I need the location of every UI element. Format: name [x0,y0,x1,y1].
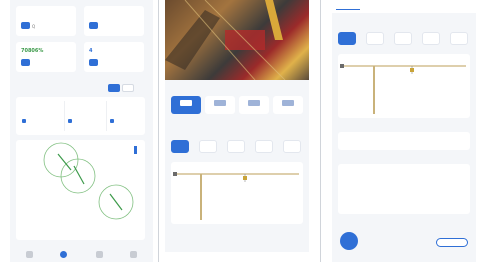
divider [320,0,321,262]
chip-3[interactable] [227,140,245,153]
home-icon [25,251,33,258]
control-btn-3[interactable] [239,96,269,114]
jib-icon [214,100,226,106]
chip-5[interactable] [283,140,301,153]
nav-user[interactable] [122,251,144,259]
stat-value: 4 [89,48,93,54]
stat-card-1[interactable]: Q [16,6,76,36]
filter-icon [110,119,114,123]
control-btn-1[interactable] [171,96,201,114]
crane-detail-screen [165,0,309,262]
nav-monitor[interactable] [52,251,74,259]
action-round-button[interactable] [340,232,358,250]
stat-card-2[interactable] [84,6,144,36]
chip-4[interactable] [422,32,440,45]
crane-coverage-map [43,142,137,220]
nav-home[interactable] [18,251,40,259]
footer-button[interactable] [436,238,468,247]
chip-2[interactable] [366,32,384,45]
stats-icon [89,22,98,29]
camera-image [165,0,286,81]
stat-card-4[interactable]: 4 [84,42,144,72]
chip-2[interactable] [199,140,217,153]
status-row [338,132,470,150]
chip-4[interactable] [255,140,273,153]
stats-grid [338,164,470,214]
stats-icon [89,59,98,66]
monitor-icon [59,251,67,258]
screens-collage: Q 70806% 4 [0,0,484,262]
chip-3[interactable] [394,32,412,45]
document-icon [282,100,294,106]
filter-icon [68,119,72,123]
alarm-icon [95,251,103,258]
control-btn-2[interactable] [205,96,235,114]
tab-2[interactable] [370,4,394,10]
crane-drawing [340,64,466,114]
hook-icon [248,100,260,106]
user-icon [129,251,137,258]
crane-status-screen [332,0,476,262]
map-zoom-control [134,146,137,154]
tab-3[interactable] [406,4,430,10]
crane-icon [180,100,192,106]
crane-diagram [338,54,470,118]
view-toggle-on[interactable] [108,84,120,92]
nav-alarm[interactable] [88,251,110,259]
crane-diagram [171,162,303,224]
tab-4[interactable] [442,4,466,10]
chip-1[interactable] [171,140,189,153]
stats-icon [21,59,30,66]
stat-card-3[interactable]: 70806% [16,42,76,72]
filter-icon [22,119,26,123]
stat-label: Q [32,24,36,29]
dashboard-screen: Q 70806% 4 [10,0,153,262]
tab-1[interactable] [336,4,360,10]
stat-value: 70806% [21,48,44,54]
site-camera-photo[interactable] [165,0,309,81]
stats-icon [21,22,30,29]
filter-row [16,97,145,135]
chip-1[interactable] [338,32,356,45]
crane-drawing [173,172,299,220]
chip-5[interactable] [450,32,468,45]
divider [158,0,159,262]
control-btn-4[interactable] [273,96,303,114]
crane-map[interactable] [16,140,145,240]
view-toggle-off[interactable] [122,84,134,92]
